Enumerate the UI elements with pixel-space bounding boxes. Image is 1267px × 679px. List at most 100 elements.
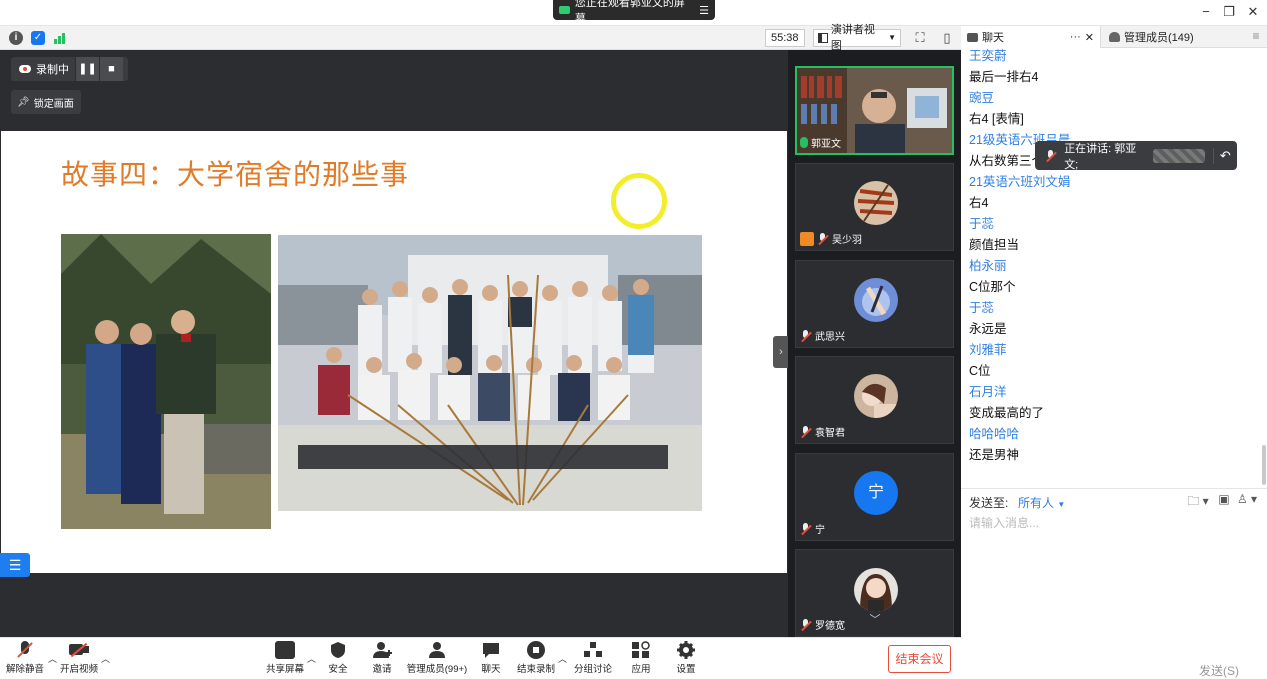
participant-name-tag: 罗德宽 (800, 617, 845, 632)
stop-recording-icon[interactable]: ■ (99, 57, 123, 81)
participant-name: 武思兴 (815, 332, 845, 343)
mic-muted-icon (800, 618, 812, 631)
recording-control: 录制中 ❚❚ ■ (11, 57, 128, 81)
close-window-button[interactable]: ✕ (1243, 4, 1263, 22)
close-icon[interactable]: ✕ (1085, 31, 1094, 44)
more-icon[interactable]: ··· (1070, 31, 1081, 43)
tab-members[interactable]: 管理成员(149) (1103, 26, 1243, 48)
video-tile[interactable]: 吴少羽 (795, 163, 954, 251)
settings-button[interactable]: 设置 (656, 641, 716, 675)
avatar (854, 374, 898, 418)
end-meeting-button[interactable]: 结束会议 (888, 645, 951, 673)
send-to-select[interactable]: 所有人 ▼ (1018, 494, 1065, 511)
video-tile[interactable]: 袁智君 (795, 356, 954, 444)
list-icon[interactable]: ☰ (0, 553, 30, 577)
security-label: 安全 (328, 664, 348, 675)
chat-sender: 王奕蔚 (969, 49, 1007, 63)
send-button[interactable]: 发送(S) (1199, 662, 1239, 679)
slide-photo-three-men (61, 234, 271, 529)
chat-sender: 哈哈哈哈 (969, 427, 1020, 441)
speaking-label: 正在讲话: 郭亚文; (1064, 142, 1137, 171)
menu-icon[interactable]: ☰ (699, 4, 709, 17)
blurred-names (1152, 148, 1205, 163)
restore-button[interactable]: ❐ (1219, 4, 1239, 22)
minimize-button[interactable]: − (1196, 4, 1216, 22)
chat-message: 从右数第三个 (969, 154, 1045, 168)
chat-message-input[interactable]: 请输入消息... (969, 514, 1039, 531)
share-screen-icon (275, 641, 295, 659)
avatar: 宁 (854, 471, 898, 515)
chat-scrollbar[interactable] (1262, 445, 1266, 485)
chat-message: C位那个 (969, 280, 1016, 294)
video-off-icon (69, 641, 89, 659)
mic-muted-icon (1045, 149, 1056, 162)
video-options-caret[interactable]: ︿ (101, 652, 110, 665)
unmute-button[interactable]: 解除静音 (0, 641, 55, 675)
folder-icon[interactable]: 🗀︎ ▾ (1187, 492, 1209, 508)
info-icon[interactable]: i (9, 31, 23, 45)
chat-sender: 于蕊 (969, 217, 995, 231)
recording-status: 录制中 (11, 61, 75, 77)
screen-sharing-banner[interactable]: 您正在观看郭亚文的屏幕 ☰ (553, 0, 715, 25)
video-tile[interactable]: 宁 宁 (795, 453, 954, 541)
apps-label: 应用 (631, 664, 651, 675)
chat-message: 变成最高的了 (969, 406, 1045, 420)
breakout-label: 分组讨论 (573, 664, 612, 675)
title-bar: 您正在观看郭亚文的屏幕 ☰ − ❐ ✕ (0, 0, 1267, 26)
avatar (854, 568, 898, 612)
speaker-view-icon (818, 33, 828, 43)
panel-menu-icon[interactable]: ≡ (1248, 29, 1264, 45)
end-recording-button[interactable]: 结束录制 (506, 641, 566, 675)
send-to-target-label: 所有人 (1018, 496, 1055, 510)
tab-members-label: 管理成员(149) (1124, 32, 1194, 44)
signal-icon[interactable] (53, 32, 67, 44)
start-video-button[interactable]: 开启视频 (49, 641, 109, 675)
shield-icon[interactable]: ✓ (31, 31, 45, 45)
user-icon[interactable]: ♙ ▾ (1236, 492, 1258, 508)
participant-name: 吴少羽 (832, 235, 862, 246)
apps-icon (631, 641, 651, 659)
laser-pointer-circle (611, 173, 667, 229)
chevron-down-icon[interactable]: ﹀ (860, 614, 890, 626)
tab-chat-label: 聊天 (982, 32, 1004, 44)
unmute-label: 解除静音 (5, 664, 44, 675)
slide-photo-dorm-group (278, 235, 702, 511)
gear-icon (676, 641, 696, 659)
lock-view-button[interactable]: 📌︎ 锁定画面 (11, 90, 81, 114)
participant-name-tag: 武思兴 (800, 328, 845, 343)
manage-members-label: 管理成员(99+) (406, 664, 468, 675)
mic-muted-icon (800, 425, 812, 438)
reply-icon[interactable]: ↶ (1212, 147, 1237, 164)
chat-sender: 柏永丽 (969, 259, 1007, 273)
participant-name-tag: 袁智君 (800, 424, 845, 439)
participant-name: 宁 (815, 525, 825, 536)
mic-muted-icon (800, 522, 812, 535)
chat-messages: 王奕蔚 最后一排右4 豌豆 右4 [表情] 21级英语六班吕晨 从右数第三个 2… (961, 48, 1267, 488)
collapse-video-panel-button[interactable]: › (773, 336, 789, 368)
shared-screen-stage: 故事四：大学宿舍的那些事 录制中 ❚❚ ■ 📌︎ 锁定画面 ☰ › (0, 50, 789, 637)
pin-icon: 📌︎ (17, 96, 30, 108)
chat-message: 右4 (969, 196, 989, 210)
chat-message: 颜值担当 (969, 238, 1020, 252)
chat-sender: 刘雅菲 (969, 343, 1007, 357)
meeting-timer: 55:38 (765, 29, 805, 47)
mic-on-icon (800, 137, 808, 148)
presentation-slide: 故事四：大学宿舍的那些事 (1, 131, 787, 573)
sidebar-toggle-icon[interactable]: ▯ (939, 30, 955, 46)
fullscreen-icon[interactable]: ⛶ (912, 30, 928, 46)
tab-chat[interactable]: 聊天 ··· ✕ (961, 26, 1101, 48)
screenshot-icon[interactable]: ▣ (1213, 492, 1235, 508)
video-tile[interactable]: 武思兴 (795, 260, 954, 348)
camera-icon (559, 6, 570, 14)
mic-muted-icon (800, 329, 812, 342)
view-mode-select[interactable]: 演讲者视图 ▼ (813, 24, 901, 52)
pause-recording-icon[interactable]: ❚❚ (75, 57, 99, 81)
video-tile-speaker[interactable]: 郭亚文 (795, 66, 954, 155)
recording-label: 录制中 (36, 64, 69, 76)
chat-sender: 21英语六班刘文娟 (969, 175, 1071, 189)
members-icon (1109, 32, 1120, 42)
share-screen-button[interactable]: 共享屏幕 (255, 641, 315, 675)
chat-sender: 豌豆 (969, 91, 995, 105)
cloud-record-icon (19, 65, 31, 73)
host-badge-icon (800, 231, 814, 246)
